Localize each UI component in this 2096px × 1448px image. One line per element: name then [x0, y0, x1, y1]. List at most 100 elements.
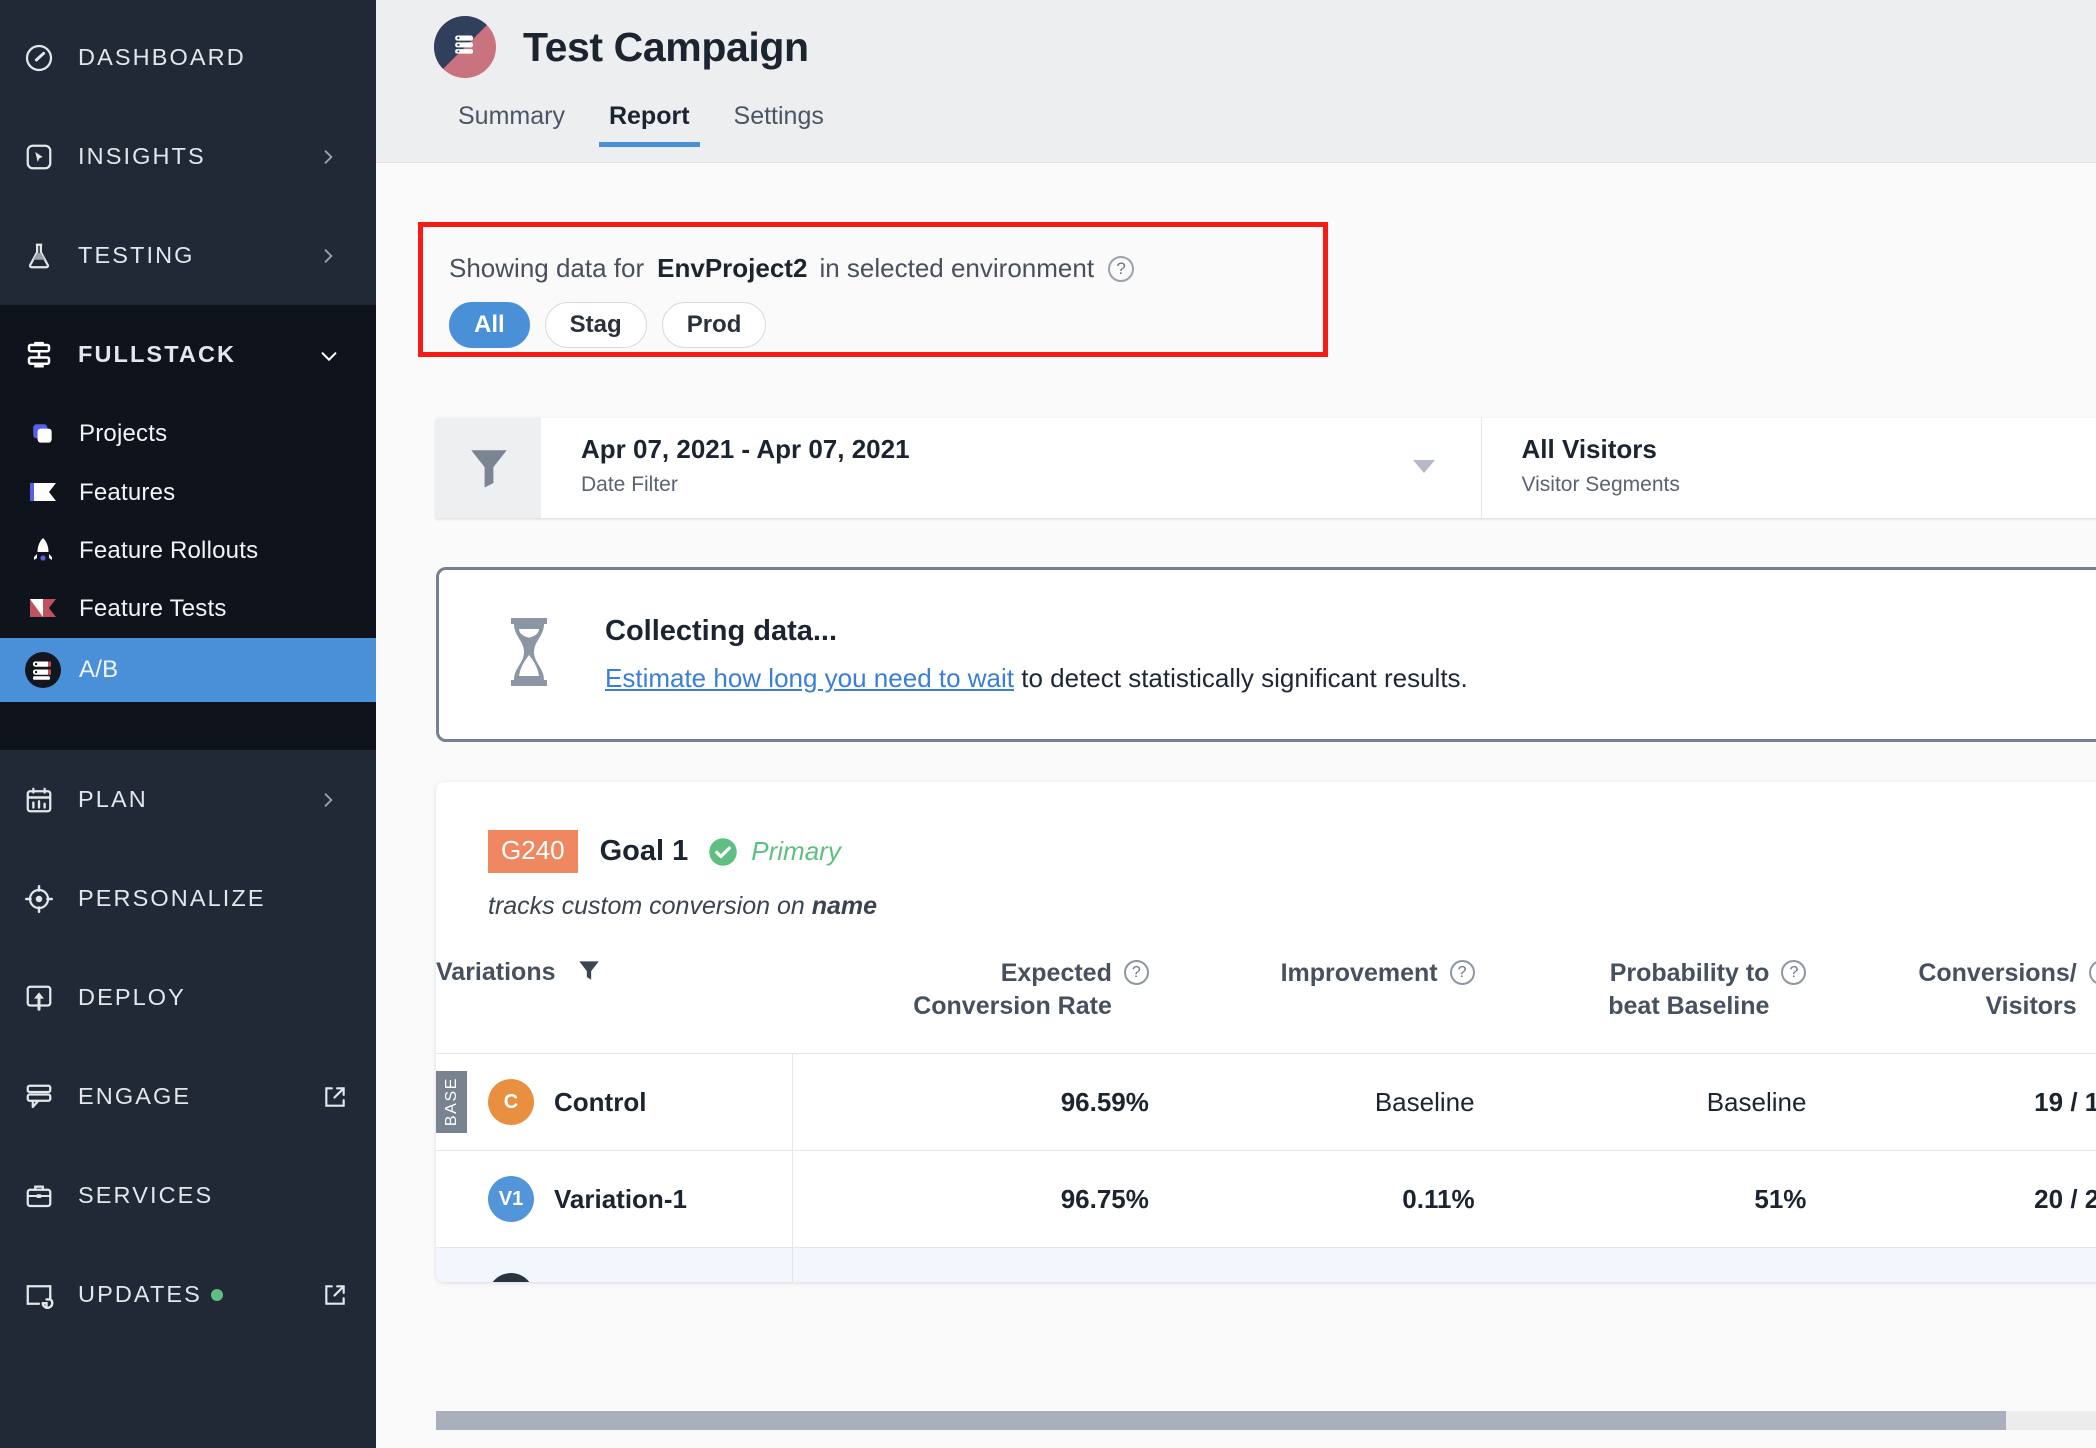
collecting-title: Collecting data... — [605, 615, 838, 647]
variation-name: Variation-1 — [554, 1183, 687, 1214]
sidebar-label: DASHBOARD — [78, 44, 246, 70]
column-header-probability-to-beat-baseline[interactable]: Probability to beat Baseline ? — [1474, 957, 1807, 1054]
tab-summary[interactable]: Summary — [436, 102, 587, 147]
main-panel: Test Campaign Summary Report Settings Sh… — [376, 0, 2096, 1448]
table-row[interactable]: BASE C Control 96.59% Baseline Baseline … — [436, 1053, 2096, 1151]
env-project-name: EnvProject2 — [657, 253, 808, 283]
goal-name: Goal 1 — [599, 835, 689, 867]
goal-description-metric: name — [811, 892, 878, 920]
sidebar-label: FULLSTACK — [78, 341, 237, 367]
flag-split-icon — [28, 594, 58, 624]
env-option-all[interactable]: All — [449, 302, 530, 348]
cell-expected-conversion-rate: 96.59% — [792, 1053, 1149, 1151]
sidebar-item-features[interactable]: Features — [0, 464, 376, 522]
cell-conversions-visitors: 39 / 39 — [1806, 1247, 2096, 1282]
funnel-icon[interactable] — [576, 961, 602, 989]
sidebar-item-label: Feature Rollouts — [79, 537, 259, 564]
table-row[interactable]: T Total 98.28% - - 39 / 39 — [436, 1247, 2096, 1282]
briefcase-icon — [22, 1179, 56, 1213]
cell-variation: V1 Variation-1 — [436, 1150, 793, 1248]
external-link-icon[interactable] — [322, 1282, 348, 1308]
ab-icon — [24, 651, 62, 689]
column-header-expected-conversion-rate[interactable]: Expected Conversion Rate ? — [792, 957, 1149, 1054]
cell-conversions-visitors: 20 / 20 — [1806, 1150, 2096, 1248]
cell-variation: T Total — [436, 1247, 793, 1282]
sidebar-item-updates[interactable]: UPDATES — [0, 1245, 376, 1344]
cell-expected-conversion-rate: 96.75% — [792, 1150, 1149, 1248]
report-content: Showing data for EnvProject2 in selected… — [376, 163, 2096, 1448]
table-row[interactable]: V1 Variation-1 96.75% 0.11% 51% 20 / 20 — [436, 1150, 2096, 1248]
sidebar-item-label: Features — [79, 479, 176, 506]
updates-dot-badge — [210, 1288, 223, 1301]
tab-settings[interactable]: Settings — [712, 102, 846, 147]
baseline-tag-label: BASE — [442, 1077, 460, 1127]
column-header-improvement[interactable]: Improvement ? — [1148, 957, 1475, 1054]
question-icon[interactable]: ? — [1123, 960, 1149, 985]
sidebar-item-fullstack[interactable]: FULLSTACK — [0, 305, 376, 404]
horizontal-scrollbar[interactable] — [436, 1411, 2096, 1430]
chevron-right-icon — [318, 147, 338, 167]
cell-variation: BASE C Control — [436, 1053, 793, 1151]
gauge-icon — [22, 41, 56, 75]
sidebar-item-projects[interactable]: Projects — [0, 404, 376, 464]
sidebar-item-engage[interactable]: ENGAGE — [0, 1047, 376, 1146]
column-header-label: Variations — [436, 958, 556, 986]
env-option-stag[interactable]: Stag — [544, 302, 647, 348]
sidebar-item-feature-rollouts[interactable]: Feature Rollouts — [0, 522, 376, 580]
baseline-tag: BASE — [436, 1071, 467, 1133]
target-icon — [22, 882, 56, 916]
question-icon[interactable]: ? — [1108, 255, 1135, 282]
column-header-conversions-visitors[interactable]: Conversions/ Visitors ? — [1806, 957, 2096, 1054]
sidebar-item-feature-tests[interactable]: Feature Tests — [0, 580, 376, 638]
collecting-data-card: Collecting data... Estimate how long you… — [436, 567, 2096, 742]
column-header-line1: Probability to — [1609, 959, 1770, 987]
sidebar-item-services[interactable]: SERVICES — [0, 1146, 376, 1245]
sidebar-label: PERSONALIZE — [78, 885, 266, 911]
column-header-line2: Conversion Rate — [913, 992, 1112, 1020]
sidebar-label: ENGAGE — [78, 1083, 192, 1109]
segment-value: All Visitors — [1521, 434, 1657, 464]
date-filter-value: Apr 07, 2021 - Apr 07, 2021 — [581, 434, 910, 464]
sidebar-item-plan[interactable]: PLAN — [0, 750, 376, 849]
env-option-prod[interactable]: Prod — [661, 302, 767, 348]
chevron-right-icon — [318, 790, 338, 810]
chevron-down-icon — [318, 345, 338, 365]
cell-conversions-visitors: 19 / 19 — [1806, 1053, 2096, 1151]
app-root: DASHBOARD INSIGHTS TESTING FULLSTACK Pro… — [0, 0, 2096, 1448]
sidebar-label: UPDATES — [78, 1281, 202, 1307]
sidebar-item-dashboard[interactable]: DASHBOARD — [0, 8, 376, 107]
sidebar: DASHBOARD INSIGHTS TESTING FULLSTACK Pro… — [0, 0, 376, 1448]
funnel-icon[interactable] — [436, 418, 541, 518]
cell-improvement: Baseline — [1148, 1053, 1475, 1151]
flag-icon — [28, 478, 58, 508]
goal-description-prefix: tracks custom conversion on — [488, 892, 812, 920]
sidebar-label: TESTING — [78, 242, 195, 268]
question-icon[interactable]: ? — [1781, 960, 1807, 985]
sidebar-bottom-group: PLAN PERSONALIZE DEPLOY ENGAGE SERVICES … — [0, 750, 376, 1344]
tab-report[interactable]: Report — [587, 102, 712, 147]
check-circle-icon — [708, 837, 738, 867]
sidebar-item-personalize[interactable]: PERSONALIZE — [0, 849, 376, 948]
chevron-down-icon[interactable] — [1412, 460, 1435, 473]
sidebar-item-insights[interactable]: INSIGHTS — [0, 107, 376, 206]
avatar: C — [488, 1079, 534, 1125]
estimate-wait-link[interactable]: Estimate how long you need to wait — [605, 663, 1014, 693]
scrollbar-thumb[interactable] — [436, 1411, 2006, 1430]
question-icon[interactable]: ? — [1449, 960, 1475, 985]
sidebar-item-ab[interactable]: A/B — [0, 638, 376, 702]
question-icon[interactable]: ? — [2088, 960, 2096, 985]
external-link-icon[interactable] — [322, 1084, 348, 1110]
date-filter-label: Date Filter — [581, 473, 678, 496]
column-header-line2: Visitors — [1985, 992, 2077, 1020]
sidebar-item-deploy[interactable]: DEPLOY — [0, 948, 376, 1047]
date-filter[interactable]: Apr 07, 2021 - Apr 07, 2021 Date Filter — [541, 418, 1482, 518]
column-header-variations[interactable]: Variations — [436, 957, 793, 1054]
env-suffix-text: in selected environment — [819, 253, 1095, 283]
goal-primary-label: Primary — [751, 836, 841, 866]
cell-improvement: - — [1148, 1247, 1475, 1282]
visitor-segments-filter[interactable]: All Visitors Visitor Segments — [1481, 418, 2096, 518]
sidebar-label: PLAN — [78, 786, 148, 812]
filter-bar: Apr 07, 2021 - Apr 07, 2021 Date Filter … — [436, 418, 2096, 518]
sidebar-item-testing[interactable]: TESTING — [0, 206, 376, 305]
cell-improvement: 0.11% — [1148, 1150, 1475, 1248]
